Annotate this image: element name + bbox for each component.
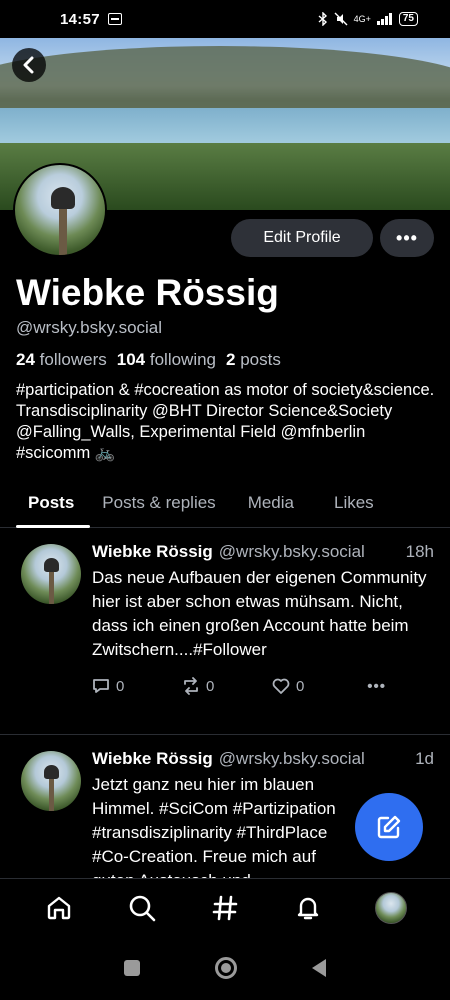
post-more-button[interactable]: •••: [367, 678, 386, 695]
reply-icon: [93, 679, 109, 693]
tab-media[interactable]: Media: [230, 478, 308, 528]
repost-button[interactable]: 0: [182, 677, 272, 695]
nav-profile[interactable]: [371, 888, 411, 928]
post-time: 1d: [415, 749, 434, 768]
repost-count: 0: [206, 677, 215, 695]
bell-icon: [297, 897, 318, 919]
status-time: 14:57: [60, 10, 100, 28]
followers-count: 24: [16, 350, 35, 369]
repost-icon: [184, 677, 198, 695]
compose-icon: [377, 815, 401, 839]
followers-label: followers: [39, 350, 107, 369]
tab-posts-replies[interactable]: Posts & replies: [88, 478, 229, 528]
post-author[interactable]: Wiebke Rössig: [92, 749, 213, 769]
battery-indicator: 75: [398, 12, 418, 26]
post-author-avatar[interactable]: [21, 544, 81, 604]
post-text: Das neue Aufbauen der eigenen Community …: [92, 568, 427, 659]
post-handle[interactable]: @wrsky.bsky.social: [219, 749, 365, 769]
bottom-navigation: [0, 878, 450, 936]
mute-icon: [334, 12, 348, 26]
home-icon: [48, 896, 71, 919]
tab-posts[interactable]: Posts: [0, 478, 91, 528]
back-nav-button[interactable]: [312, 959, 326, 977]
posts-stat: 2 posts: [226, 350, 281, 370]
nav-feeds[interactable]: [205, 888, 245, 928]
profile-stats: 24 followers 104 following 2 posts: [16, 350, 281, 370]
profile-tabs: Posts Posts & replies Media Likes: [0, 478, 450, 528]
compose-button[interactable]: [355, 793, 423, 861]
profile-avatar[interactable]: [13, 163, 107, 257]
post-header: Wiebke Rössig @wrsky.bsky.social 18h: [92, 542, 434, 562]
signal-icon: [376, 13, 392, 25]
following-label: following: [149, 350, 217, 369]
edit-profile-button[interactable]: Edit Profile: [231, 219, 373, 257]
post-handle[interactable]: @wrsky.bsky.social: [219, 542, 365, 562]
post-actions: 0 0 0 •••: [92, 662, 434, 710]
search-icon: [129, 895, 156, 921]
nav-search[interactable]: [122, 888, 162, 928]
post-item[interactable]: Wiebke Rössig @wrsky.bsky.social 18h Das…: [0, 528, 450, 735]
post-time: 18h: [405, 542, 434, 561]
post-header: Wiebke Rössig @wrsky.bsky.social 1d: [92, 749, 434, 769]
tab-likes[interactable]: Likes: [308, 478, 388, 528]
chevron-left-icon: [23, 56, 34, 74]
heart-icon: [272, 678, 290, 694]
reply-button[interactable]: 0: [92, 677, 182, 695]
post-author[interactable]: Wiebke Rössig: [92, 542, 213, 562]
posts-count: 2: [226, 350, 236, 369]
posts-label: posts: [240, 350, 281, 369]
like-count: 0: [296, 677, 305, 695]
more-options-button[interactable]: •••: [380, 219, 434, 257]
nav-notifications[interactable]: [288, 888, 328, 928]
status-bar: 14:57 4G+ 75: [0, 0, 450, 38]
reply-count: 0: [116, 677, 125, 695]
profile-avatar-icon: [374, 891, 407, 924]
recents-button[interactable]: [124, 960, 140, 976]
following-count: 104: [116, 350, 146, 369]
following-stat[interactable]: 104 following: [117, 350, 216, 370]
post-author-avatar[interactable]: [21, 751, 81, 811]
notification-icon: [107, 13, 122, 25]
network-label: 4G+: [353, 14, 371, 24]
hashtag-icon: [212, 895, 238, 920]
back-button[interactable]: [12, 48, 46, 82]
like-button[interactable]: 0: [272, 677, 362, 695]
banner-water: [0, 108, 450, 146]
profile-bio: #participation & #cocreation as motor of…: [16, 381, 435, 462]
profile-display-name: Wiebke Rössig: [16, 272, 279, 313]
nav-home[interactable]: [39, 888, 79, 928]
profile-handle: @wrsky.bsky.social: [16, 318, 163, 337]
followers-stat[interactable]: 24 followers: [16, 350, 107, 370]
system-navigation: [0, 936, 450, 1000]
home-button[interactable]: [215, 957, 237, 979]
bluetooth-icon: [318, 12, 327, 26]
